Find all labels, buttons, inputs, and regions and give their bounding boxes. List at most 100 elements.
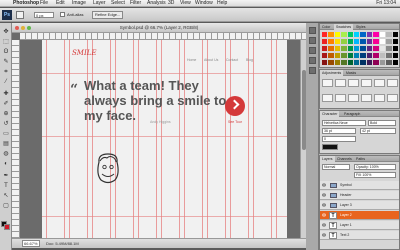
- swatch-cell[interactable]: [341, 60, 347, 65]
- font-family-select[interactable]: Helvetica Neue: [322, 120, 366, 126]
- swatch-cell[interactable]: [373, 53, 379, 58]
- zoom-window-icon[interactable]: [27, 26, 31, 30]
- visibility-eye-icon[interactable]: [322, 223, 326, 227]
- see-tour-link[interactable]: See Tour: [222, 120, 248, 124]
- swatch-cell[interactable]: [341, 53, 347, 58]
- brightness-icon[interactable]: [322, 79, 333, 87]
- tracking-field[interactable]: 0: [322, 136, 356, 142]
- menu-help[interactable]: Help: [217, 0, 227, 7]
- menu-filter[interactable]: Filter: [130, 0, 141, 7]
- clone-tool-icon[interactable]: ⊕: [2, 111, 10, 118]
- swatch-cell[interactable]: [392, 32, 398, 37]
- mockup-nav-contact[interactable]: Contact: [226, 58, 238, 62]
- menu-3d[interactable]: 3D: [168, 0, 174, 7]
- brush-tool-icon[interactable]: ✐: [2, 101, 10, 108]
- font-style-select[interactable]: Bold: [368, 120, 396, 126]
- swatch-cell[interactable]: [341, 46, 347, 51]
- swatch-cell[interactable]: [334, 60, 341, 65]
- swatch-cell[interactable]: [373, 46, 379, 51]
- swatch-cell[interactable]: [334, 39, 341, 44]
- levels-icon[interactable]: [335, 79, 346, 87]
- menu-window[interactable]: Window: [195, 0, 213, 7]
- swatch-cell[interactable]: [328, 39, 334, 44]
- menu-layer[interactable]: Layer: [93, 0, 106, 7]
- swatch-cell[interactable]: [328, 32, 334, 37]
- vertical-ruler[interactable]: [12, 40, 20, 238]
- visibility-eye-icon[interactable]: [322, 233, 326, 237]
- lasso-tool-icon[interactable]: ʘ: [2, 49, 10, 56]
- eyedropper-tool-icon[interactable]: ⁄: [2, 79, 10, 86]
- curves-icon[interactable]: [348, 79, 359, 87]
- visibility-eye-icon[interactable]: [322, 213, 326, 217]
- vibrance-icon[interactable]: [374, 79, 385, 87]
- fill-field[interactable]: Fill: 100%: [354, 172, 396, 178]
- channel-mixer-icon[interactable]: [361, 94, 372, 102]
- navigator-panel-icon[interactable]: [309, 67, 316, 74]
- swatch-cell[interactable]: [334, 32, 341, 37]
- swatch-cell[interactable]: [354, 46, 360, 51]
- marquee-tool-icon[interactable]: ⬚: [2, 39, 10, 46]
- visibility-eye-icon[interactable]: [322, 193, 326, 197]
- swatch-cell[interactable]: [360, 53, 366, 58]
- tab-masks[interactable]: Masks: [344, 70, 358, 76]
- layer-row-symbol[interactable]: Symbol: [320, 181, 399, 190]
- swatch-cell[interactable]: [373, 39, 379, 44]
- swatch-cell[interactable]: [322, 39, 328, 44]
- swatch-cell[interactable]: [354, 60, 360, 65]
- swatch-cell[interactable]: [379, 32, 386, 37]
- minimize-window-icon[interactable]: [21, 26, 25, 30]
- swatch-cell[interactable]: [334, 53, 341, 58]
- swatch-cell[interactable]: [392, 53, 398, 58]
- swatch-cell[interactable]: [392, 46, 398, 51]
- tab-swatches[interactable]: Swatches: [334, 24, 354, 30]
- swatch-cell[interactable]: [322, 32, 328, 37]
- blur-tool-icon[interactable]: ◍: [2, 151, 10, 158]
- zoom-field[interactable]: 66.67%: [22, 240, 40, 247]
- swatch-cell[interactable]: [341, 39, 347, 44]
- layer-row-header[interactable]: Header: [320, 191, 399, 200]
- layer-row-layer-2[interactable]: T Layer 2: [320, 211, 399, 220]
- swatch-cell[interactable]: [322, 53, 328, 58]
- swatch-cell[interactable]: [347, 60, 354, 65]
- swatch-cell[interactable]: [360, 39, 366, 44]
- horizontal-ruler[interactable]: [20, 33, 306, 40]
- tab-color[interactable]: Color: [320, 24, 332, 30]
- exposure-icon[interactable]: [361, 79, 372, 87]
- menu-file[interactable]: File: [40, 0, 48, 7]
- swatch-cell[interactable]: [392, 60, 398, 65]
- leading-field[interactable]: 42 pt: [360, 128, 396, 134]
- background-color-swatch[interactable]: [4, 224, 10, 230]
- pen-tool-icon[interactable]: ✒: [2, 173, 10, 180]
- swatch-cell[interactable]: [328, 60, 334, 65]
- tab-paths[interactable]: Paths: [354, 156, 367, 162]
- swatch-cell[interactable]: [386, 60, 392, 65]
- swatch-cell[interactable]: [322, 60, 328, 65]
- swatch-cell[interactable]: [386, 46, 392, 51]
- color-balance-icon[interactable]: [322, 94, 333, 102]
- path-select-tool-icon[interactable]: ↖: [2, 193, 10, 200]
- canvas[interactable]: SMILE Home About Us Contact Blog “ What …: [42, 40, 287, 238]
- swatch-cell[interactable]: [328, 46, 334, 51]
- swatch-cell[interactable]: [379, 39, 386, 44]
- tab-character[interactable]: Character: [320, 111, 340, 117]
- visibility-eye-icon[interactable]: [322, 203, 326, 207]
- menu-analysis[interactable]: Analysis: [147, 0, 166, 7]
- swatch-cell[interactable]: [360, 60, 366, 65]
- type-tool-icon[interactable]: T: [2, 183, 10, 190]
- shape-tool-icon[interactable]: ▢: [2, 203, 10, 210]
- swatch-cell[interactable]: [354, 39, 360, 44]
- swatch-cell[interactable]: [366, 32, 373, 37]
- visibility-eye-icon[interactable]: [322, 183, 326, 187]
- doc-size-info[interactable]: Doc: 5.49M/88.1M: [46, 239, 79, 248]
- swatch-cell[interactable]: [366, 53, 373, 58]
- history-panel-icon[interactable]: [309, 27, 316, 34]
- swatch-cell[interactable]: [347, 39, 354, 44]
- layer-row-layer-3[interactable]: Layer 3: [320, 201, 399, 210]
- tab-styles[interactable]: Styles: [354, 24, 368, 30]
- swatch-cell[interactable]: [392, 39, 398, 44]
- swatch-cell[interactable]: [379, 46, 386, 51]
- swatch-cell[interactable]: [347, 46, 354, 51]
- tab-channels[interactable]: Channels: [335, 156, 354, 162]
- swatch-cell[interactable]: [360, 32, 366, 37]
- layer-row-layer-1[interactable]: T Layer 1: [320, 221, 399, 230]
